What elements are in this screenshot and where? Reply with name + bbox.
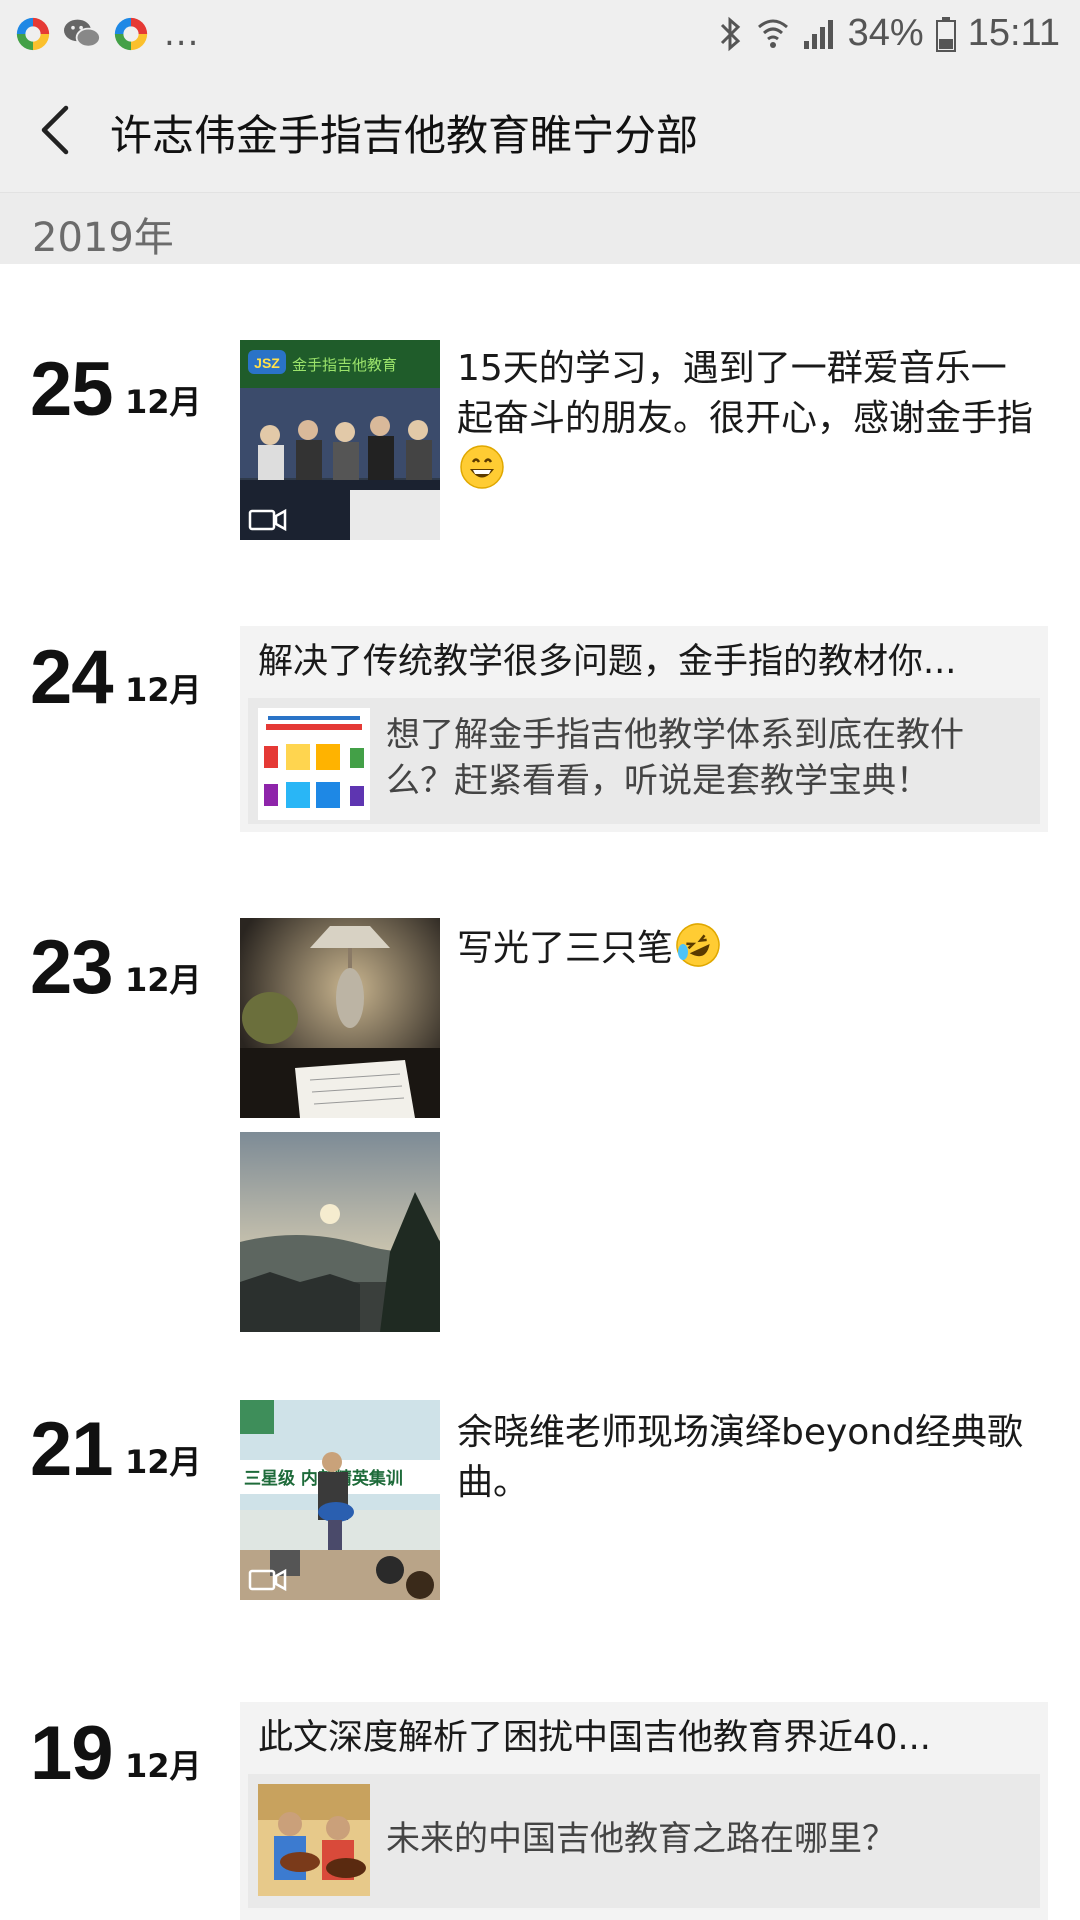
notification-icons: ... bbox=[14, 14, 199, 54]
page-title: 许志伟金手指吉他教育睢宁分部 bbox=[110, 111, 699, 160]
entry-month: 12月 bbox=[125, 1747, 202, 1785]
video-thumbnail[interactable]: JSZ 金手指吉他教育 bbox=[240, 340, 440, 540]
entry-day: 19 bbox=[30, 1711, 114, 1796]
post-text: 余晓维老师现场演绎beyond经典歌曲。 bbox=[457, 1412, 1023, 1503]
app-notification-icon bbox=[114, 17, 148, 51]
back-button[interactable] bbox=[30, 96, 86, 164]
back-arrow-icon bbox=[41, 105, 69, 155]
shared-link-preview[interactable]: 想了解金手指吉他教学体系到底在教什么？赶紧看看，听说是套教学宝典！ bbox=[248, 698, 1040, 824]
kids-guitar-class-image bbox=[258, 1784, 370, 1896]
bluetooth-icon bbox=[720, 16, 740, 51]
clock: 15:11 bbox=[967, 12, 1060, 54]
sunset-landscape-photo bbox=[240, 1132, 440, 1332]
rolling-laughing-face-emoji-icon bbox=[676, 923, 720, 967]
entry-month: 12月 bbox=[125, 1443, 202, 1481]
top-navigation-bar: 许志伟金手指吉他教育睢宁分部 bbox=[0, 68, 1080, 193]
article-thumbnail bbox=[258, 708, 370, 820]
shared-article-card[interactable]: 此文深度解析了困扰中国吉他教育界近40... 未来的中国吉他教育之路在哪里？ bbox=[240, 1702, 1048, 1920]
more-notifications-indicator: ... bbox=[164, 14, 200, 54]
battery-icon bbox=[935, 16, 956, 52]
video-icon bbox=[248, 1568, 287, 1592]
entry-month: 12月 bbox=[125, 961, 202, 999]
timeline-entry[interactable]: 21 12月 三星级 内部精英集训 余晓维老师现场演绎beyond经典歌曲。 bbox=[0, 1360, 1080, 1650]
entry-month: 12月 bbox=[125, 383, 202, 421]
thumb-banner-text: 金手指吉他教育 bbox=[292, 356, 397, 374]
wifi-icon bbox=[757, 19, 788, 48]
system-status: 34% 15:11 bbox=[718, 12, 1060, 55]
photo-thumbnail[interactable] bbox=[240, 918, 440, 1118]
timeline-entry[interactable]: 25 12月 JSZ 金手指吉他教育 15天的学习，遇到了一群爱音乐一起奋斗的朋… bbox=[0, 264, 1080, 564]
year-divider: 2019年 bbox=[0, 193, 1080, 264]
video-icon bbox=[248, 508, 287, 532]
video-thumbnail[interactable]: 三星级 内部精英集训 bbox=[240, 1400, 440, 1600]
entry-day: 23 bbox=[30, 925, 114, 1010]
signal-icon bbox=[803, 19, 833, 49]
timeline-entry[interactable]: 23 12月 写光了三只笔 bbox=[0, 880, 1080, 1350]
share-description: 想了解金手指吉他教学体系到底在教什么？赶紧看看，听说是套教学宝典！ bbox=[386, 715, 964, 801]
thumb-logo: JSZ bbox=[254, 355, 280, 371]
photo-thumbnail[interactable] bbox=[240, 1132, 440, 1332]
post-text: 写光了三只笔 bbox=[457, 928, 674, 969]
battery-percent: 34% bbox=[847, 12, 924, 54]
desk-lamp-photo bbox=[240, 918, 440, 1118]
entry-day: 24 bbox=[30, 635, 114, 720]
shared-link-preview[interactable]: 未来的中国吉他教育之路在哪里？ bbox=[248, 1774, 1040, 1908]
wechat-icon bbox=[64, 19, 101, 48]
post-text: 15天的学习，遇到了一群爱音乐一起奋斗的朋友。很开心，感谢金手指 bbox=[457, 348, 1034, 439]
share-title: 此文深度解析了困扰中国吉他教育界近40... bbox=[258, 1718, 931, 1758]
article-thumbnail bbox=[258, 1784, 370, 1896]
timeline-entry[interactable]: 24 12月 解决了传统教学很多问题，金手指的教材你... 想了解金手指吉他教学… bbox=[0, 600, 1080, 860]
entry-day: 25 bbox=[30, 347, 114, 432]
timeline-entry[interactable]: 19 12月 此文深度解析了困扰中国吉他教育界近40... 未来的中国吉他教育之… bbox=[0, 1680, 1080, 1920]
grinning-face-emoji-icon bbox=[460, 445, 504, 489]
share-title: 解决了传统教学很多问题，金手指的教材你... bbox=[258, 642, 957, 682]
share-description: 未来的中国吉他教育之路在哪里？ bbox=[386, 1819, 896, 1859]
app-notification-icon bbox=[16, 17, 50, 51]
textbook-covers-image bbox=[258, 708, 370, 820]
entry-day: 21 bbox=[30, 1407, 114, 1492]
year-label: 2019年 bbox=[32, 215, 174, 261]
shared-article-card[interactable]: 解决了传统教学很多问题，金手指的教材你... 想了解金手指吉他教学体系到底在教什… bbox=[240, 626, 1048, 832]
status-bar: ... 34% 15:11 bbox=[0, 0, 1080, 68]
entry-month: 12月 bbox=[125, 671, 202, 709]
